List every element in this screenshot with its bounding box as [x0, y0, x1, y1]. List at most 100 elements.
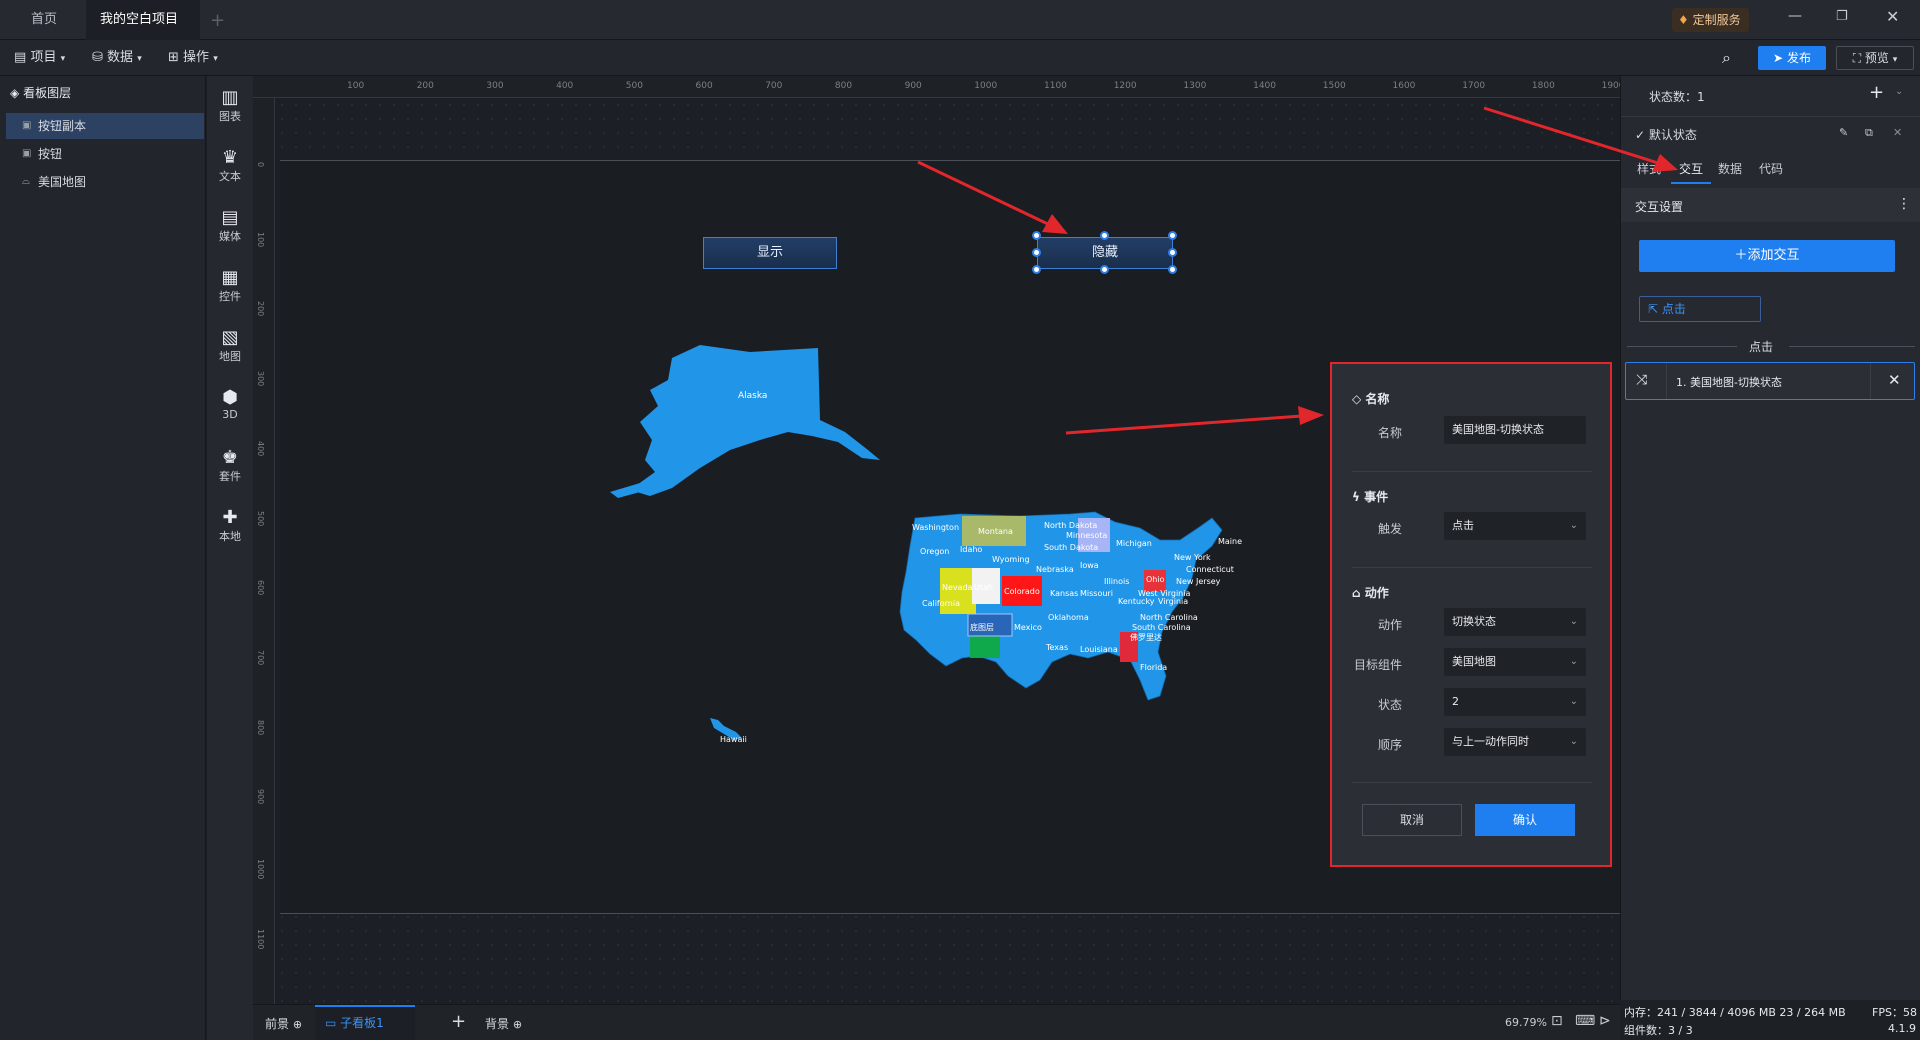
sidebar-map[interactable]: ▧ 地图 — [207, 328, 253, 364]
layer-panel: ◈ 看板图层 ▣ 按钮副本 ▣ 按钮 ⌓ 美国地图 — [0, 76, 206, 1040]
publish-button[interactable]: ➤ 发布 — [1758, 46, 1826, 70]
label-hawaii: Hawaii — [720, 735, 747, 744]
ruler-tick-label-vertical: 1100 — [256, 928, 265, 950]
tab-style[interactable]: 样式 — [1637, 160, 1661, 177]
sidebar-text[interactable]: ♛ 文本 — [207, 148, 253, 184]
project-menu[interactable]: ▤ 项目 ▾ — [14, 40, 65, 76]
chevron-down-icon: ▾ — [213, 54, 218, 64]
add-board-icon[interactable]: + — [451, 1011, 466, 1032]
tab-interaction[interactable]: 交互 — [1671, 160, 1711, 184]
map-alaska — [630, 345, 880, 496]
operate-menu-label: 操作 — [183, 50, 210, 65]
sidebar-kit[interactable]: ♚ 套件 — [207, 448, 253, 484]
resize-handle[interactable] — [1032, 248, 1041, 257]
foreground-label: 前景 — [265, 1017, 290, 1031]
close-icon[interactable]: ✕ — [1886, 7, 1899, 26]
tab-code[interactable]: 代码 — [1759, 160, 1783, 177]
terminal-icon[interactable]: ⊳ — [1599, 1013, 1611, 1029]
layer-item-us-map[interactable]: ⌓ 美国地图 — [6, 169, 204, 195]
confirm-button[interactable]: 确认 — [1475, 804, 1575, 836]
resize-handle[interactable] — [1100, 231, 1109, 240]
add-state-icon[interactable]: + — [1869, 82, 1884, 103]
resize-handle[interactable] — [1168, 248, 1177, 257]
sidebar-local[interactable]: ✚ 本地 — [207, 508, 253, 544]
preview-label: 预览 — [1864, 51, 1889, 65]
ruler-tick-label: 1500 — [1322, 81, 1346, 91]
label-texas: Texas — [1045, 643, 1068, 652]
component-sidebar: ▥ 图表 ♛ 文本 ▤ 媒体 ▦ 控件 ▧ 地图 ⬢ 3D ♚ 套件 ✚ 本地 — [207, 76, 253, 1040]
ruler-vertical: 0 100 200 300 400 500 600 700 800 900 1000 1100 — [253, 98, 275, 1004]
action-select[interactable]: 切换状态 ⌄ — [1444, 608, 1586, 636]
sidebar-media-label: 媒体 — [219, 230, 241, 243]
background-tab[interactable]: 背景 ⊕ — [485, 1015, 522, 1032]
label-colorado: Colorado — [1004, 587, 1040, 596]
foreground-tab[interactable]: 前景 ⊕ — [265, 1015, 302, 1032]
delete-interaction-icon[interactable]: ✕ — [1888, 371, 1901, 389]
search-icon[interactable]: ⌕ — [1722, 48, 1731, 68]
layer-item-button-copy[interactable]: ▣ 按钮副本 — [6, 113, 204, 139]
trigger-select[interactable]: 点击 ⌄ — [1444, 512, 1586, 540]
name-label: 名称 — [1377, 426, 1402, 440]
click-trigger-tag[interactable]: ⇱ 点击 — [1639, 296, 1761, 322]
custom-service-button[interactable]: ♦ 定制服务 — [1672, 8, 1749, 32]
resize-handle[interactable] — [1032, 265, 1041, 274]
label-virginia: Virginia — [1158, 597, 1188, 606]
order-select[interactable]: 与上一动作同时 ⌄ — [1444, 728, 1586, 756]
sidebar-text-label: 文本 — [219, 170, 241, 183]
tab-home[interactable]: 首页 — [16, 0, 72, 40]
chevron-down-icon[interactable]: ⌄ — [1895, 86, 1903, 97]
interaction-item[interactable]: ⤨ 1. 美国地图-切换状态 ✕ — [1625, 362, 1915, 400]
keyboard-icon[interactable]: ⌨ — [1575, 1013, 1595, 1029]
default-state-row[interactable]: ✓ 默认状态 — [1635, 126, 1697, 143]
label-kansas: Kansas — [1050, 589, 1078, 598]
close-state-icon[interactable]: ✕ — [1893, 126, 1902, 139]
label-mexico: Mexico — [1014, 623, 1042, 632]
us-map[interactable]: Alaska Hawaii Washington Montana North D… — [600, 340, 1250, 750]
show-button[interactable]: 显示 — [703, 237, 837, 269]
edit-icon[interactable]: ✎ — [1839, 126, 1848, 139]
custom-service-label: 定制服务 — [1692, 13, 1741, 27]
layer-item-button[interactable]: ▣ 按钮 — [6, 141, 204, 167]
ruler-tick-label: 700 — [765, 81, 783, 91]
copy-icon[interactable]: ⧉ — [1865, 126, 1873, 140]
cancel-button[interactable]: 取消 — [1362, 804, 1462, 836]
sidebar-media[interactable]: ▤ 媒体 — [207, 208, 253, 244]
add-interaction-button[interactable]: ＋添加交互 — [1639, 240, 1895, 272]
operate-menu[interactable]: ⊞ 操作 ▾ — [168, 40, 218, 76]
resize-handle[interactable] — [1168, 265, 1177, 274]
data-menu-label: 数据 — [107, 50, 134, 65]
layers-icon: ◈ — [10, 86, 20, 100]
preview-button[interactable]: ⛶ 预览 ▾ — [1836, 46, 1914, 70]
property-panel: 状态数：1 + ⌄ ✓ 默认状态 ✎ ⧉ ✕ 样式 交互 数据 代码 交互设置 … — [1620, 76, 1920, 1000]
chevron-down-icon: ▾ — [137, 54, 142, 64]
send-icon: ➤ — [1773, 51, 1784, 65]
new-tab-icon[interactable]: + — [210, 10, 225, 31]
sidebar-3d[interactable]: ⬢ 3D — [207, 388, 253, 422]
ruler-tick-label: 1600 — [1392, 81, 1416, 91]
data-menu[interactable]: ⛁ 数据 ▾ — [92, 40, 142, 76]
resize-handle[interactable] — [1032, 231, 1041, 240]
action-select-value: 切换状态 — [1452, 615, 1496, 628]
sidebar-chart[interactable]: ▥ 图表 — [207, 88, 253, 124]
label-florida-cn: 佛罗里达 — [1130, 632, 1162, 642]
name-input[interactable]: 美国地图-切换状态 — [1444, 416, 1586, 444]
sub-board-tab[interactable]: ▭ 子看板1 — [315, 1005, 415, 1040]
resize-handle[interactable] — [1100, 265, 1109, 274]
target-select[interactable]: 美国地图 ⌄ — [1444, 648, 1586, 676]
shirt-icon: ♚ — [221, 447, 239, 468]
tab-project[interactable]: 我的空白项目 — [86, 0, 200, 64]
minimize-icon[interactable]: — — [1788, 8, 1802, 24]
resize-handle[interactable] — [1168, 231, 1177, 240]
restore-icon[interactable]: ❐ — [1836, 9, 1848, 24]
more-vertical-icon[interactable]: ⋮ — [1897, 196, 1911, 212]
label-california: California — [922, 599, 960, 608]
chevron-down-icon: ⌄ — [1569, 520, 1578, 531]
zoom-level[interactable]: 69.79% — [1505, 1016, 1547, 1029]
divider — [1666, 363, 1667, 399]
tab-data[interactable]: 数据 — [1718, 160, 1742, 177]
fit-screen-icon[interactable]: ⊡ — [1551, 1013, 1563, 1029]
fps-stat: FPS：58 — [1872, 1006, 1917, 1019]
label-utah: Utah — [974, 583, 993, 592]
sidebar-control[interactable]: ▦ 控件 — [207, 268, 253, 304]
state-select[interactable]: 2 ⌄ — [1444, 688, 1586, 716]
